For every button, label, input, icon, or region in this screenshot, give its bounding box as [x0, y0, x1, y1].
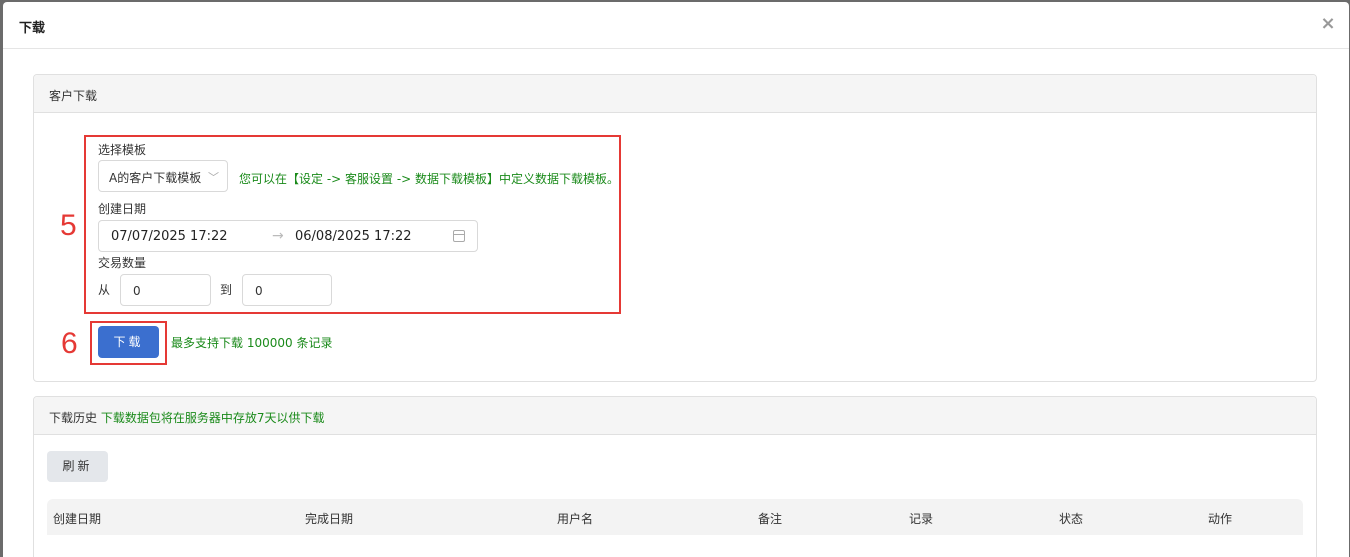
history-title: 下载历史: [49, 411, 98, 425]
date-end[interactable]: 06/08/2025 17:22: [295, 229, 412, 244]
refresh-button[interactable]: 刷新: [47, 451, 108, 482]
col-action: 动作: [1208, 512, 1233, 526]
history-table-header: 创建日期 完成日期 用户名 备注 记录 状态 动作: [47, 499, 1303, 535]
range-arrow-icon: →: [272, 228, 284, 244]
modal-title: 下载: [19, 21, 46, 36]
download-history-panel: 下载历史 下载数据包将在服务器中存放7天以供下载 刷新 创建日期 完成日期 用户…: [33, 396, 1317, 557]
customer-download-panel: 客户下载 5 选择模板 A的客户下载模板 ﹀ 您可以在【设定 -> 客服设置 -…: [33, 74, 1317, 382]
history-note: 下载数据包将在服务器中存放7天以供下载: [100, 411, 325, 425]
col-created-date: 创建日期: [53, 512, 102, 526]
template-select-value: A的客户下载模板: [109, 171, 202, 185]
trade-count-label: 交易数量: [98, 256, 147, 270]
template-hint: 您可以在【设定 -> 客服设置 -> 数据下载模板】中定义数据下载模板。: [239, 172, 620, 186]
to-label: 到: [220, 283, 233, 297]
col-records: 记录: [909, 512, 934, 526]
customer-download-heading: 客户下载: [34, 75, 1316, 113]
from-label: 从: [98, 283, 111, 297]
calendar-icon[interactable]: [453, 230, 465, 242]
close-icon[interactable]: ×: [1319, 15, 1337, 33]
trade-count-to-input[interactable]: 0: [242, 274, 332, 306]
col-status: 状态: [1059, 512, 1084, 526]
col-completed-date: 完成日期: [305, 512, 354, 526]
download-modal: 下载 × 客户下载 5 选择模板 A的客户下载模板 ﹀ 您可以在【设定 -> 客…: [3, 2, 1349, 557]
template-select[interactable]: A的客户下载模板 ﹀: [98, 160, 228, 192]
chevron-down-icon: ﹀: [208, 171, 219, 184]
col-username: 用户名: [557, 512, 594, 526]
template-label: 选择模板: [98, 143, 147, 157]
download-history-heading: 下载历史 下载数据包将在服务器中存放7天以供下载: [34, 397, 1316, 435]
download-limit-hint: 最多支持下载 100000 条记录: [171, 336, 333, 350]
trade-count-from-input[interactable]: 0: [120, 274, 211, 306]
created-date-label: 创建日期: [98, 202, 147, 216]
step5-number: 5: [60, 209, 77, 242]
download-button[interactable]: 下载: [98, 326, 159, 358]
modal-header: 下载 ×: [3, 2, 1349, 49]
date-start[interactable]: 07/07/2025 17:22: [111, 229, 228, 244]
step6-number: 6: [61, 327, 78, 360]
col-remark: 备注: [758, 512, 783, 526]
date-range-picker[interactable]: 07/07/2025 17:22 → 06/08/2025 17:22: [98, 220, 478, 252]
